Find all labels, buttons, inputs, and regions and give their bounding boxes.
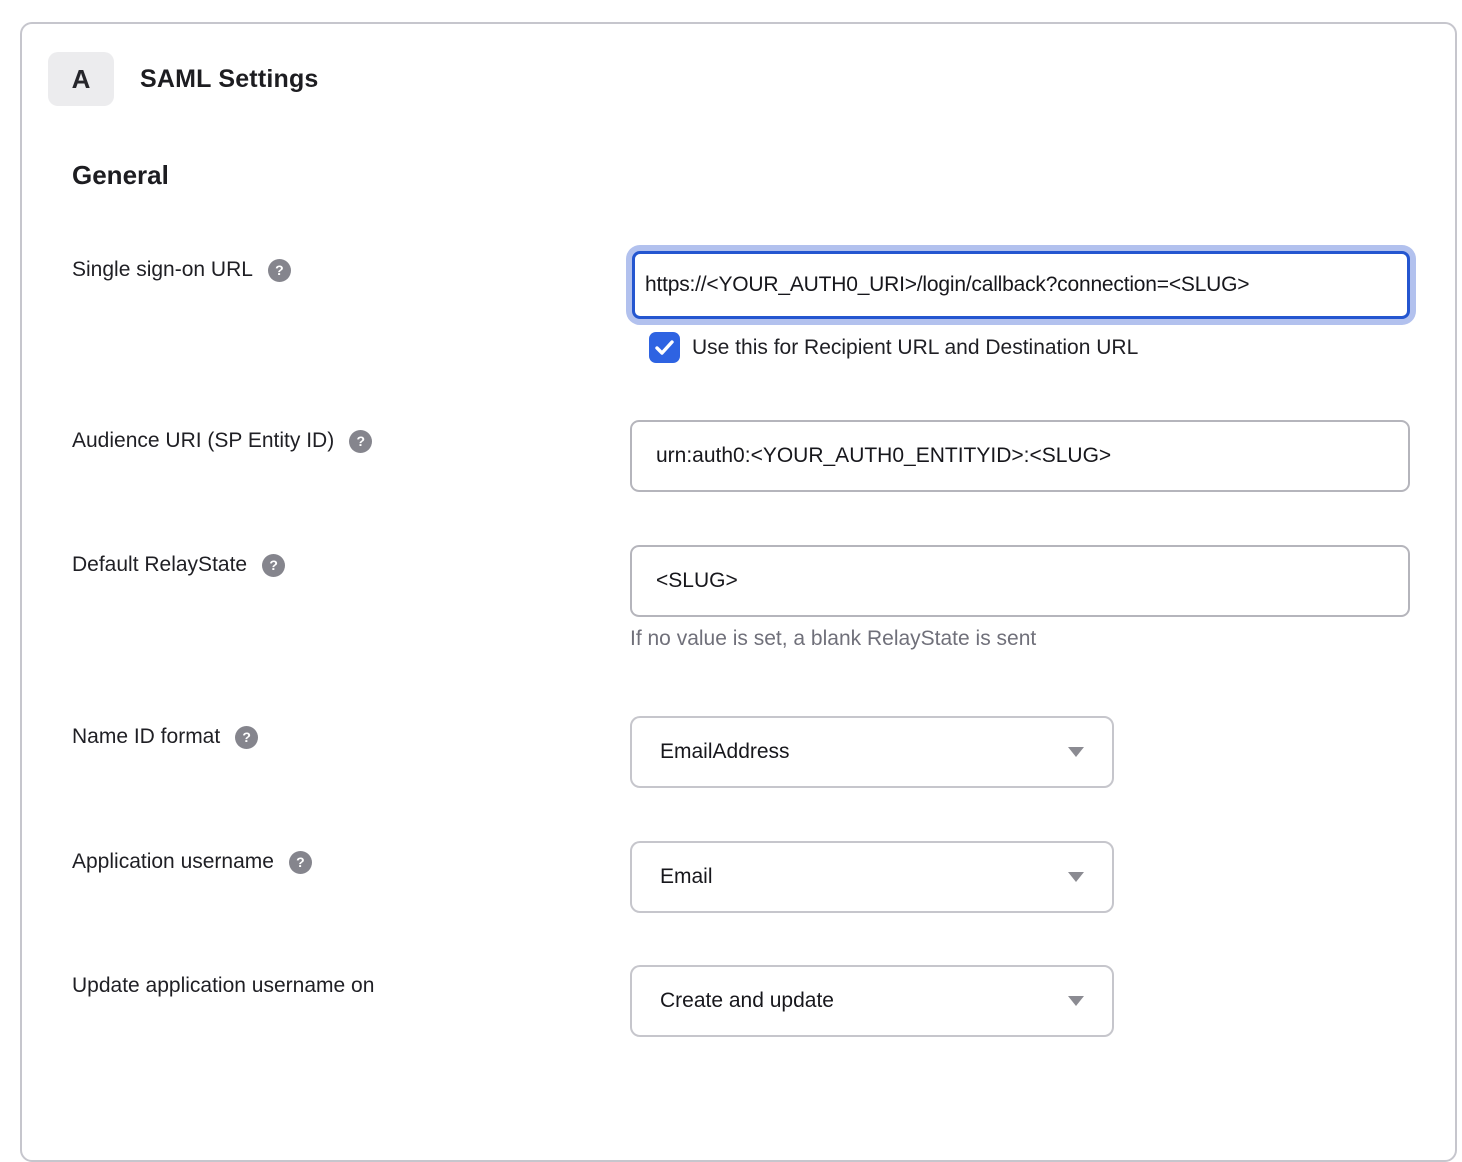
name-id-format-select[interactable]: EmailAddress bbox=[630, 716, 1114, 788]
recipient-url-checkbox-row: Use this for Recipient URL and Destinati… bbox=[649, 332, 1138, 363]
application-username-help-icon[interactable]: ? bbox=[289, 851, 312, 874]
recipient-url-checkbox[interactable] bbox=[649, 332, 680, 363]
audience-uri-input[interactable] bbox=[630, 420, 1410, 492]
name-id-format-label-row: Name ID format ? bbox=[72, 725, 258, 749]
update-app-username-label: Update application username on bbox=[72, 974, 374, 998]
sso-url-label-row: Single sign-on URL ? bbox=[72, 258, 291, 282]
relaystate-help-icon[interactable]: ? bbox=[262, 554, 285, 577]
chevron-down-icon bbox=[1068, 747, 1084, 757]
relaystate-input[interactable] bbox=[630, 545, 1410, 617]
saml-settings-card: A SAML Settings General Single sign-on U… bbox=[20, 22, 1457, 1162]
relaystate-hint: If no value is set, a blank RelayState i… bbox=[630, 627, 1036, 651]
relaystate-label-row: Default RelayState ? bbox=[72, 553, 285, 577]
chevron-down-icon bbox=[1068, 872, 1084, 882]
section-title: SAML Settings bbox=[140, 52, 319, 106]
update-app-username-select[interactable]: Create and update bbox=[630, 965, 1114, 1037]
update-app-username-label-row: Update application username on bbox=[72, 974, 374, 998]
application-username-select[interactable]: Email bbox=[630, 841, 1114, 913]
name-id-format-label: Name ID format bbox=[72, 725, 220, 749]
sso-url-input[interactable] bbox=[632, 251, 1410, 319]
chevron-down-icon bbox=[1068, 996, 1084, 1006]
name-id-format-value: EmailAddress bbox=[660, 740, 1068, 764]
sso-url-help-icon[interactable]: ? bbox=[268, 259, 291, 282]
application-username-value: Email bbox=[660, 865, 1068, 889]
audience-uri-help-icon[interactable]: ? bbox=[349, 430, 372, 453]
audience-uri-label-row: Audience URI (SP Entity ID) ? bbox=[72, 429, 372, 453]
relaystate-label: Default RelayState bbox=[72, 553, 247, 577]
recipient-url-checkbox-label: Use this for Recipient URL and Destinati… bbox=[692, 336, 1138, 360]
application-username-label: Application username bbox=[72, 850, 274, 874]
section-badge: A bbox=[48, 52, 114, 106]
name-id-format-help-icon[interactable]: ? bbox=[235, 726, 258, 749]
general-heading: General bbox=[72, 160, 169, 191]
update-app-username-value: Create and update bbox=[660, 989, 1068, 1013]
audience-uri-label: Audience URI (SP Entity ID) bbox=[72, 429, 334, 453]
checkmark-icon bbox=[655, 340, 674, 355]
sso-url-label: Single sign-on URL bbox=[72, 258, 253, 282]
application-username-label-row: Application username ? bbox=[72, 850, 312, 874]
